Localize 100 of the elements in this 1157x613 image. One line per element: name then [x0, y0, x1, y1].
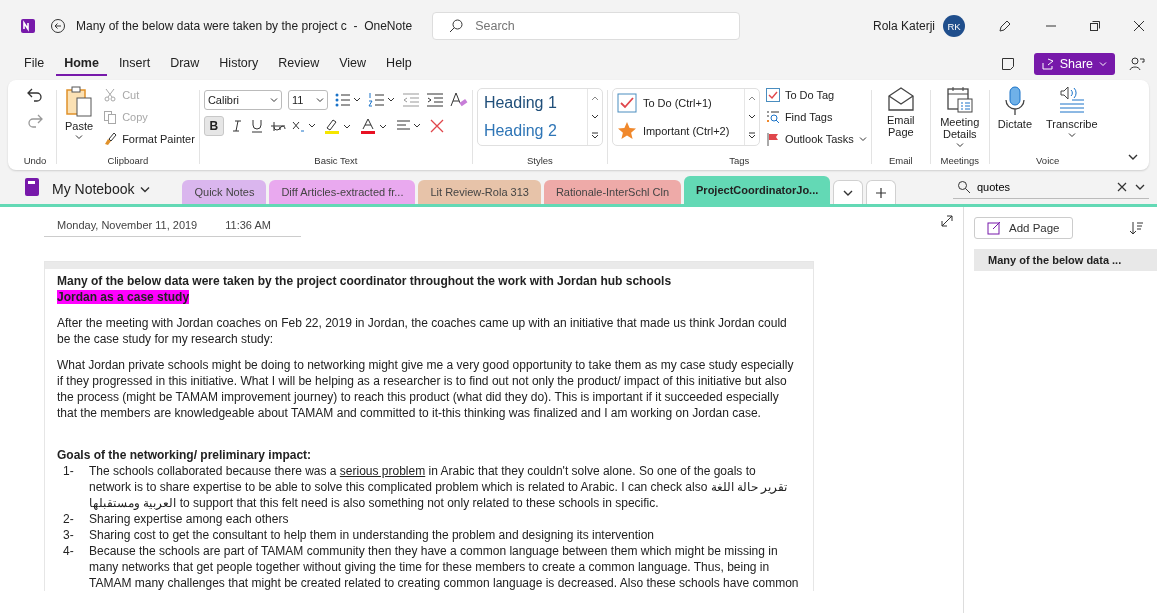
- section-tab[interactable]: Lit Review-Rola 313: [418, 180, 541, 204]
- microphone-icon: [1002, 86, 1027, 116]
- tag-option[interactable]: Important (Ctrl+2): [616, 121, 740, 141]
- group-label: Meetings: [940, 155, 980, 168]
- notebook-dropdown[interactable]: My Notebook: [52, 181, 151, 197]
- caret-icon: [858, 136, 867, 142]
- style-option[interactable]: Heading 2: [483, 122, 581, 140]
- search-field[interactable]: Search: [432, 12, 741, 40]
- onenote-logo-icon: [20, 18, 36, 34]
- email-page-button[interactable]: Email Page: [875, 84, 926, 140]
- increase-indent-icon[interactable]: [425, 92, 444, 108]
- plus-icon: [876, 187, 887, 198]
- outlook-tasks-button[interactable]: Outlook Tasks: [765, 130, 867, 148]
- list-item-text: Sharing expertise among each others: [89, 511, 289, 527]
- share-button[interactable]: Share: [1033, 53, 1115, 75]
- sort-icon[interactable]: [1129, 221, 1143, 235]
- find-tags-icon: [765, 110, 780, 124]
- note-title: Many of the below data were taken by the project coordinator throughout the work with Jordan hub schools: [57, 273, 673, 289]
- collapse-ribbon-icon[interactable]: [1127, 152, 1139, 162]
- user-avatar[interactable]: RK: [943, 15, 965, 37]
- font-dropdown[interactable]: Calibri: [203, 90, 282, 110]
- add-section-button[interactable]: [866, 180, 897, 204]
- person-feedback-icon[interactable]: [1129, 56, 1145, 72]
- close-icon[interactable]: [1133, 20, 1145, 32]
- section-tab[interactable]: ProjectCoordinatorJo...: [684, 176, 831, 204]
- list-item-text: Because the schools are part of TAMAM community then they have a common language between them which might be missing in many networks that get people together without giving the time for these members to create a common language. Thus, being in TAMAM many challenges that might be created related to creating common language is decreased. Also these schools have common: [89, 543, 800, 591]
- scroll-up-icon[interactable]: [589, 94, 600, 103]
- group-label: Undo: [23, 155, 47, 168]
- page-time: 11:36 AM: [225, 219, 271, 231]
- style-option[interactable]: Heading 1: [483, 94, 581, 112]
- envelope-icon: [886, 86, 915, 112]
- clear-formatting-icon[interactable]: [449, 91, 468, 109]
- menu-tab[interactable]: Insert: [110, 52, 159, 76]
- font-size-dropdown[interactable]: 11: [287, 90, 328, 110]
- highlighted-heading: Jordan as a case study: [57, 290, 190, 304]
- section-tab[interactable]: Diff Articles-extracted fr...: [269, 180, 416, 204]
- bullet-list-icon[interactable]: [333, 92, 362, 108]
- redo-icon[interactable]: [26, 112, 44, 130]
- calendar-icon: [945, 86, 974, 114]
- restore-icon[interactable]: [1089, 20, 1101, 32]
- goals-heading: Goals of the networking/ preliminary impact:: [57, 447, 313, 463]
- find-tags-button[interactable]: Find Tags: [765, 108, 867, 126]
- list-number: 1-: [62, 463, 75, 480]
- caret-icon: [843, 188, 854, 197]
- menu-tab[interactable]: File: [16, 52, 53, 76]
- page-list-item[interactable]: Many of the below data ...: [974, 249, 1157, 271]
- star-icon: [616, 121, 637, 141]
- clipboard-icon: [65, 86, 94, 118]
- more-icon[interactable]: [746, 131, 757, 140]
- scissors-icon: [103, 88, 118, 102]
- page-search-field[interactable]: quotes: [953, 175, 1149, 199]
- note-handle-bar[interactable]: [45, 262, 813, 269]
- scroll-up-icon[interactable]: [746, 94, 757, 103]
- bold-button[interactable]: B: [203, 116, 224, 136]
- menu-tab[interactable]: Draw: [162, 52, 208, 76]
- clear-icon[interactable]: [1117, 182, 1127, 192]
- copy-icon: [103, 110, 118, 124]
- add-page-button[interactable]: Add Page: [974, 217, 1073, 239]
- menu-tab[interactable]: History: [211, 52, 267, 76]
- section-tab[interactable]: Rationale-InterSchl Cln: [543, 180, 682, 204]
- more-sections-button[interactable]: [833, 180, 864, 204]
- numbered-list-icon[interactable]: [367, 92, 396, 108]
- list-number: 2-: [62, 511, 75, 527]
- search-icon: [957, 180, 971, 194]
- new-page-icon: [987, 221, 1001, 235]
- format-painter-button[interactable]: Format Painter: [103, 130, 195, 148]
- strikethrough-icon[interactable]: [269, 119, 286, 133]
- page-date: Monday, November 11, 2019: [57, 219, 198, 231]
- subscript-icon[interactable]: [291, 119, 318, 133]
- pen-icon[interactable]: [997, 18, 1013, 34]
- dropdown-icon[interactable]: [1135, 183, 1145, 191]
- delete-icon[interactable]: [429, 119, 444, 133]
- menu-tab[interactable]: Home: [56, 52, 107, 76]
- caret-icon: [955, 142, 964, 148]
- expand-icon[interactable]: [941, 215, 953, 227]
- tag-option[interactable]: To Do (Ctrl+1): [616, 93, 740, 113]
- scroll-down-icon[interactable]: [589, 113, 600, 121]
- group-label: Styles: [526, 155, 553, 168]
- dictate-button[interactable]: Dictate: [993, 84, 1037, 132]
- undo-icon[interactable]: [26, 86, 44, 104]
- checkbox-icon: [765, 88, 780, 102]
- underline-icon[interactable]: [249, 119, 264, 133]
- more-icon[interactable]: [589, 131, 600, 140]
- back-icon[interactable]: [50, 18, 66, 34]
- section-tab[interactable]: Quick Notes: [182, 180, 267, 204]
- transcribe-button[interactable]: Transcribe: [1042, 84, 1102, 140]
- group-label: Email: [888, 155, 913, 168]
- meeting-details-button[interactable]: Meeting Details: [934, 84, 985, 150]
- menu-tab[interactable]: View: [331, 52, 375, 76]
- sticky-note-icon[interactable]: [999, 56, 1016, 72]
- scroll-down-icon[interactable]: [746, 113, 757, 121]
- to-do-tag-button[interactable]: To Do Tag: [765, 86, 867, 104]
- group-label: Clipboard: [107, 155, 149, 168]
- window-title: Many of the below data were taken by the project c - OneNote: [76, 18, 413, 34]
- caret-icon: [269, 97, 278, 103]
- menu-tab[interactable]: Review: [270, 52, 328, 76]
- menu-tab[interactable]: Help: [378, 52, 420, 76]
- checkbox-icon: [616, 93, 637, 113]
- list-number: 4-: [62, 543, 75, 560]
- paste-button[interactable]: Paste: [61, 84, 98, 142]
